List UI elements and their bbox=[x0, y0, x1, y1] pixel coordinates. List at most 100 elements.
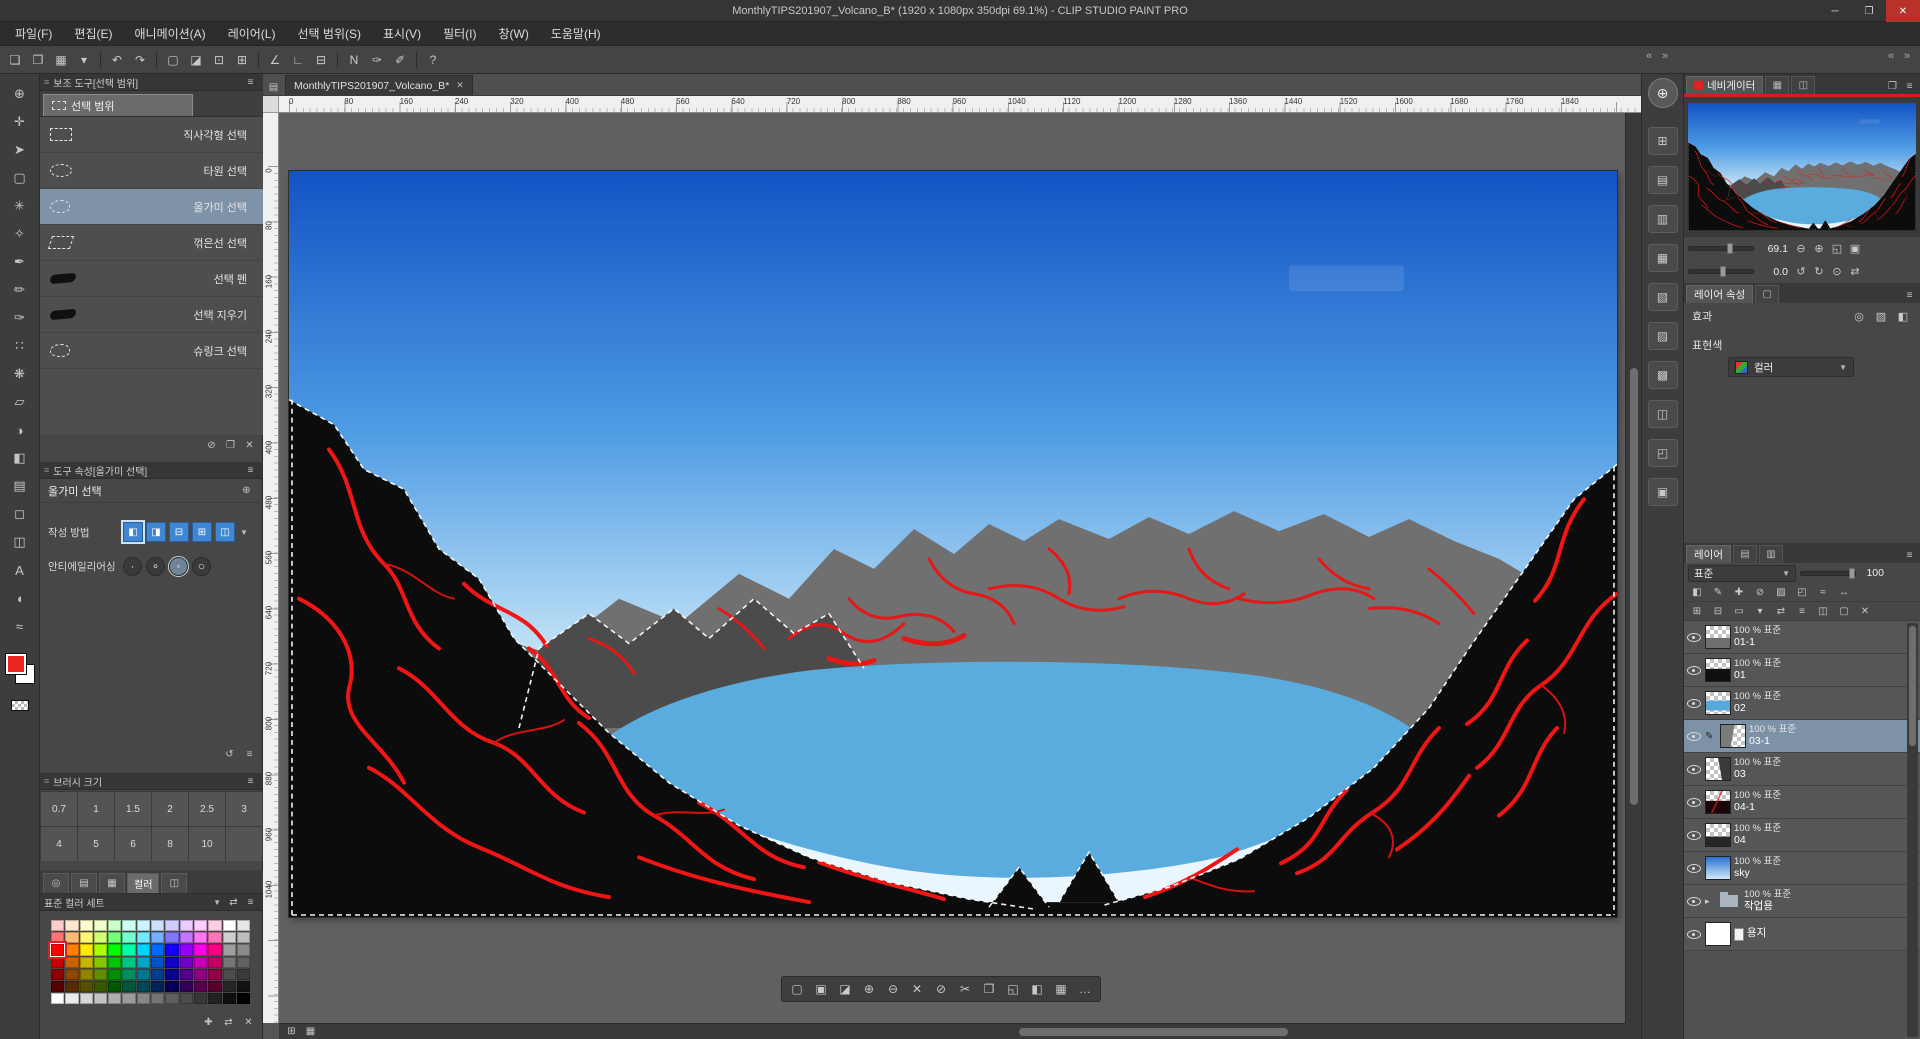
material-palette-1-icon[interactable]: ▤ bbox=[1647, 166, 1678, 194]
material-palette-6-icon[interactable]: ▩ bbox=[1647, 361, 1678, 389]
chevron-down-icon[interactable]: ▼ bbox=[240, 528, 248, 537]
layer-row[interactable]: ▸ 100 % 표준 작업용 bbox=[1684, 885, 1920, 918]
brush-size-cell[interactable]: 2.5 bbox=[189, 792, 225, 826]
quick-access-palette-icon[interactable]: ⊞ bbox=[1647, 127, 1678, 155]
color-swatch[interactable] bbox=[236, 944, 251, 956]
fill-tool-icon[interactable]: ◧ bbox=[6, 446, 34, 470]
folder-expand-icon[interactable]: ▸ bbox=[1705, 896, 1714, 907]
delete-color-icon[interactable]: ✕ bbox=[240, 1014, 257, 1030]
subtool-item[interactable]: 선택 지우기 bbox=[40, 297, 263, 333]
color-swatch[interactable] bbox=[193, 920, 208, 932]
canvas-artwork[interactable] bbox=[289, 171, 1617, 917]
color-swatch[interactable] bbox=[51, 956, 65, 968]
color-swatch[interactable] bbox=[151, 980, 165, 993]
menu-item[interactable]: 도움말(H) bbox=[540, 22, 612, 46]
visibility-eye-icon[interactable] bbox=[1686, 657, 1702, 683]
visibility-eye-icon[interactable] bbox=[1686, 921, 1702, 947]
brush-size-cell[interactable]: 4 bbox=[41, 827, 77, 861]
blend-tool-icon[interactable]: ◑ bbox=[6, 418, 34, 442]
lock-subtool-icon[interactable]: ⊘ bbox=[203, 437, 220, 453]
brush-size-cell[interactable]: 3 bbox=[226, 792, 262, 826]
balloon-tool-icon[interactable]: ◖ bbox=[6, 586, 34, 610]
panel-menu-icon[interactable]: ≡ bbox=[1901, 78, 1918, 94]
select-view-mini-icon[interactable]: ⊞ bbox=[283, 1024, 300, 1039]
border-effect-icon[interactable]: ◎ bbox=[1850, 307, 1868, 325]
color-swatch[interactable] bbox=[108, 944, 122, 956]
color-swatch[interactable] bbox=[193, 980, 208, 993]
color-history-tab-icon[interactable]: ◫ bbox=[161, 873, 188, 893]
color-swatch[interactable] bbox=[108, 968, 122, 980]
clear-icon[interactable]: ✕ bbox=[906, 978, 928, 1000]
airbrush-tool-icon[interactable]: ∷ bbox=[6, 334, 34, 358]
tab-layer-property[interactable]: 레이어 속성 bbox=[1686, 285, 1754, 303]
layer-row[interactable]: 100 % 표준 sky bbox=[1684, 852, 1920, 885]
brush-size-cell[interactable]: 2 bbox=[152, 792, 188, 826]
invert-selection-icon[interactable]: ◪ bbox=[834, 978, 856, 1000]
extract-line-icon[interactable]: ◧ bbox=[1894, 307, 1912, 325]
vertical-scrollbar[interactable] bbox=[1625, 113, 1641, 1023]
expand-left-icon[interactable]: » bbox=[1662, 50, 1668, 62]
color-swatch[interactable] bbox=[193, 932, 208, 944]
layer-thumbnail[interactable] bbox=[1705, 823, 1731, 847]
method-new-icon[interactable]: ◧ bbox=[121, 520, 145, 544]
layer-thumbnail[interactable] bbox=[1705, 856, 1731, 880]
layer-row[interactable]: 100 % 표준 02 bbox=[1684, 687, 1920, 720]
visibility-eye-icon[interactable] bbox=[1686, 789, 1702, 815]
enable-mask-icon[interactable]: ◰ bbox=[1792, 584, 1812, 601]
expression-color-dropdown[interactable]: 컬러 ▼ bbox=[1728, 357, 1854, 377]
collapse-right-icon[interactable]: « bbox=[1888, 50, 1894, 62]
auto-select-tool-icon[interactable]: ✳ bbox=[6, 194, 34, 218]
method-select-from-icon[interactable]: ◫ bbox=[215, 522, 235, 542]
visibility-eye-icon[interactable] bbox=[1686, 855, 1702, 881]
close-tab-icon[interactable]: ✕ bbox=[456, 80, 464, 91]
color-swatch[interactable] bbox=[179, 956, 193, 968]
delete-subtool-icon[interactable]: ✕ bbox=[241, 437, 258, 453]
color-swatch[interactable] bbox=[222, 956, 236, 968]
menu-item[interactable]: 선택 범위(S) bbox=[286, 22, 372, 46]
set-as-reference-icon[interactable]: ✎ bbox=[1708, 584, 1728, 601]
replace-color-icon[interactable]: ⇄ bbox=[220, 1014, 237, 1030]
color-swatch[interactable] bbox=[222, 968, 236, 980]
pen-pressure-icon[interactable]: ✑ bbox=[366, 49, 388, 71]
launcher-settings-icon[interactable]: … bbox=[1074, 978, 1096, 1000]
lock-transparent-pixels-icon[interactable]: ▨ bbox=[1771, 584, 1791, 601]
layer-thumbnail[interactable] bbox=[1705, 790, 1731, 814]
opacity-slider-thumb[interactable] bbox=[1848, 567, 1855, 579]
lock-layer-icon[interactable]: ⊘ bbox=[1750, 584, 1770, 601]
horizontal-scrollbar[interactable]: ⊞ ▦ bbox=[279, 1023, 1625, 1039]
new-layer-folder-icon[interactable]: ▭ bbox=[1729, 603, 1749, 620]
panel-menu-icon[interactable]: ≡ bbox=[1901, 547, 1918, 563]
zoom-slider[interactable] bbox=[1688, 243, 1754, 254]
color-swatch[interactable] bbox=[51, 920, 65, 932]
copy-subtool-icon[interactable]: ❐ bbox=[222, 437, 239, 453]
color-swatch[interactable] bbox=[65, 920, 79, 932]
color-swatch[interactable] bbox=[151, 932, 165, 944]
clear-outside-icon[interactable]: ⊘ bbox=[930, 978, 952, 1000]
canvas-viewport[interactable]: ▢▣◪⊕⊖✕⊘✂❐◱◧▦… ◱⊖⊕ 69.1 ↺↻ 0.0 ⊙ bbox=[279, 113, 1625, 1023]
color-swatch[interactable] bbox=[49, 943, 66, 957]
color-swatch[interactable] bbox=[79, 956, 93, 968]
color-swatch[interactable] bbox=[108, 993, 122, 1005]
color-swatch[interactable] bbox=[151, 968, 165, 980]
layer-search-tab-icon[interactable]: ▤ bbox=[1732, 545, 1757, 563]
visibility-eye-icon[interactable] bbox=[1686, 822, 1702, 848]
subtool-item[interactable]: 꺾은선 선택 bbox=[40, 225, 263, 261]
color-swatch[interactable] bbox=[151, 944, 165, 956]
color-swatch[interactable] bbox=[136, 956, 151, 968]
opacity-slider[interactable] bbox=[1800, 567, 1856, 579]
color-swatch[interactable] bbox=[79, 980, 93, 993]
eraser-tool-icon[interactable]: ▱ bbox=[6, 390, 34, 414]
tab-layer[interactable]: 레이어 bbox=[1686, 545, 1731, 563]
aa-middle-icon[interactable]: ◦ bbox=[168, 555, 189, 577]
method-multiply-icon[interactable]: ⊞ bbox=[192, 522, 212, 542]
search-icon[interactable]: ⊕ bbox=[238, 483, 255, 499]
nav-flip-horizontal-icon[interactable]: ⇄ bbox=[1846, 263, 1864, 281]
clip-at-layer-below-icon[interactable]: ◧ bbox=[1687, 584, 1707, 601]
color-swatch[interactable] bbox=[236, 968, 251, 980]
subtool-item[interactable]: 타원 선택 bbox=[40, 153, 263, 189]
delete-layer-icon[interactable]: ✕ bbox=[1855, 603, 1875, 620]
color-swatch[interactable] bbox=[165, 944, 179, 956]
change-panel-layout-icon[interactable]: ↔ bbox=[1834, 584, 1854, 601]
open-file-icon[interactable]: ❐ bbox=[27, 49, 49, 71]
layer-thumbnail[interactable] bbox=[1705, 757, 1731, 781]
